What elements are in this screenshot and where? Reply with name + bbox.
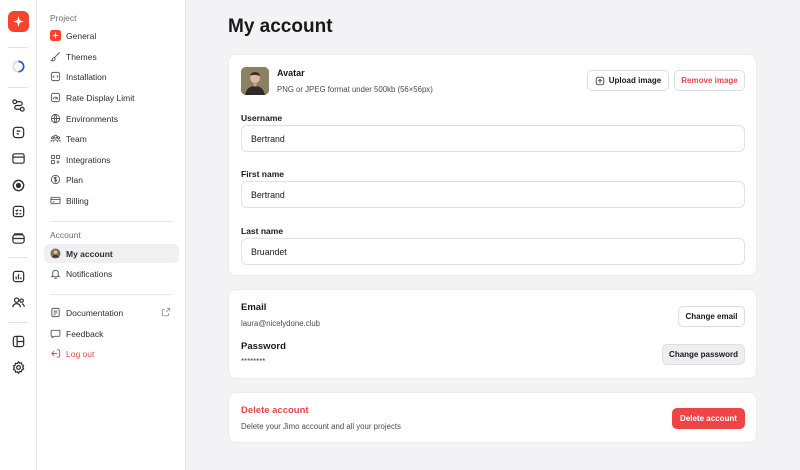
profile-card: Avatar PNG or JPEG format under 500kb (5… [228,54,757,276]
brush-icon [50,51,61,62]
sidebar-item-label: Integrations [66,154,111,165]
sidebar-item-label: Team [66,133,87,144]
gauge-icon [50,92,61,103]
sidebar-item-label: Themes [66,51,97,62]
sidebar-item-themes[interactable]: Themes [44,47,179,66]
upload-image-label: Upload image [608,76,662,85]
team-icon [50,133,61,144]
last-name-field[interactable] [241,238,745,265]
document-icon [50,307,61,318]
sidebar-item-label: Log out [66,348,95,359]
sidebar-item-team[interactable]: Team [44,129,179,148]
globe-icon [50,113,61,124]
users-icon[interactable] [8,292,29,313]
password-value: ******** [241,357,266,366]
avatar [241,67,269,95]
upload-icon [595,76,604,85]
progress-icon[interactable] [8,56,29,77]
delete-account-title: Delete account [241,405,309,416]
sidebar-item-my-account[interactable]: My account [44,244,179,263]
page-title: My account [228,16,333,37]
sidebar-item-feedback[interactable]: Feedback [44,324,179,343]
sidebar-item-log-out[interactable]: Log out [44,344,179,363]
dollar-icon [50,174,61,185]
checklist-icon[interactable] [8,201,29,222]
tours-icon[interactable] [8,95,29,116]
remove-image-button[interactable]: Remove image [674,70,745,91]
password-label: Password [241,341,286,352]
change-password-button[interactable]: Change password [662,344,745,365]
credentials-card: Email laura@nicelydone.club Change email… [228,289,757,379]
sidebar-item-label: Documentation [66,307,124,318]
delete-account-description: Delete your Jimo account and all your pr… [241,422,401,431]
delete-account-button[interactable]: Delete account [672,408,745,429]
integrations-icon [50,154,61,165]
avatar [50,248,61,259]
logout-icon [50,348,61,359]
first-name-label: First name [241,169,284,179]
sidebar-item-label: Billing [66,195,89,206]
widget-icon[interactable] [8,228,29,249]
avatar-label: Avatar [277,68,305,78]
banner-icon[interactable] [8,148,29,169]
sidebar-item-label: Environments [66,113,118,124]
username-field[interactable] [241,125,745,152]
analytics-icon[interactable] [8,266,29,287]
icon-rail [0,0,37,470]
last-name-label: Last name [241,226,284,236]
sidebar-item-label: My account [66,248,113,259]
sidebar-item-label: Notifications [66,268,113,279]
layout-icon[interactable] [8,331,29,352]
sidebar-item-label: General [66,30,97,41]
sidebar-item-label: Installation [66,71,107,82]
sidebar-item-label: Feedback [66,328,104,339]
sidebar-item-notifications[interactable]: Notifications [44,264,179,283]
settings-sidebar: Project General Themes Installation Rate… [37,0,186,470]
email-label: Email [241,302,267,313]
hotspot-icon[interactable] [8,175,29,196]
first-name-field[interactable] [241,181,745,208]
change-email-button[interactable]: Change email [678,306,745,327]
external-link-icon [161,307,171,317]
jimo-logo-icon [50,30,61,41]
sidebar-item-documentation[interactable]: Documentation [44,303,179,322]
surveys-icon[interactable] [8,122,29,143]
sidebar-item-rate-display-limit[interactable]: Rate Display Limit [44,88,179,107]
settings-icon[interactable] [8,357,29,378]
sidebar-item-label: Rate Display Limit [66,92,135,103]
sidebar-item-environments[interactable]: Environments [44,109,179,128]
section-label-account: Account [50,230,81,240]
jimo-logo-icon[interactable] [8,11,29,32]
sidebar-item-installation[interactable]: Installation [44,67,179,86]
email-value: laura@nicelydone.club [241,319,321,328]
sidebar-item-plan[interactable]: Plan [44,170,179,189]
sidebar-item-label: Plan [66,174,84,185]
credit-card-icon [50,195,61,206]
upload-image-button[interactable]: Upload image [587,70,669,91]
section-label-project: Project [50,13,77,23]
sidebar-item-billing[interactable]: Billing [44,191,179,210]
username-label: Username [241,113,283,123]
bell-icon [50,268,61,279]
sidebar-item-general[interactable]: General [44,26,179,45]
code-icon [50,71,61,82]
delete-account-card: Delete account Delete your Jimo account … [228,392,757,443]
avatar-hint: PNG or JPEG format under 500kb (56×56px) [277,85,433,94]
sidebar-item-integrations[interactable]: Integrations [44,150,179,169]
feedback-icon [50,328,61,339]
